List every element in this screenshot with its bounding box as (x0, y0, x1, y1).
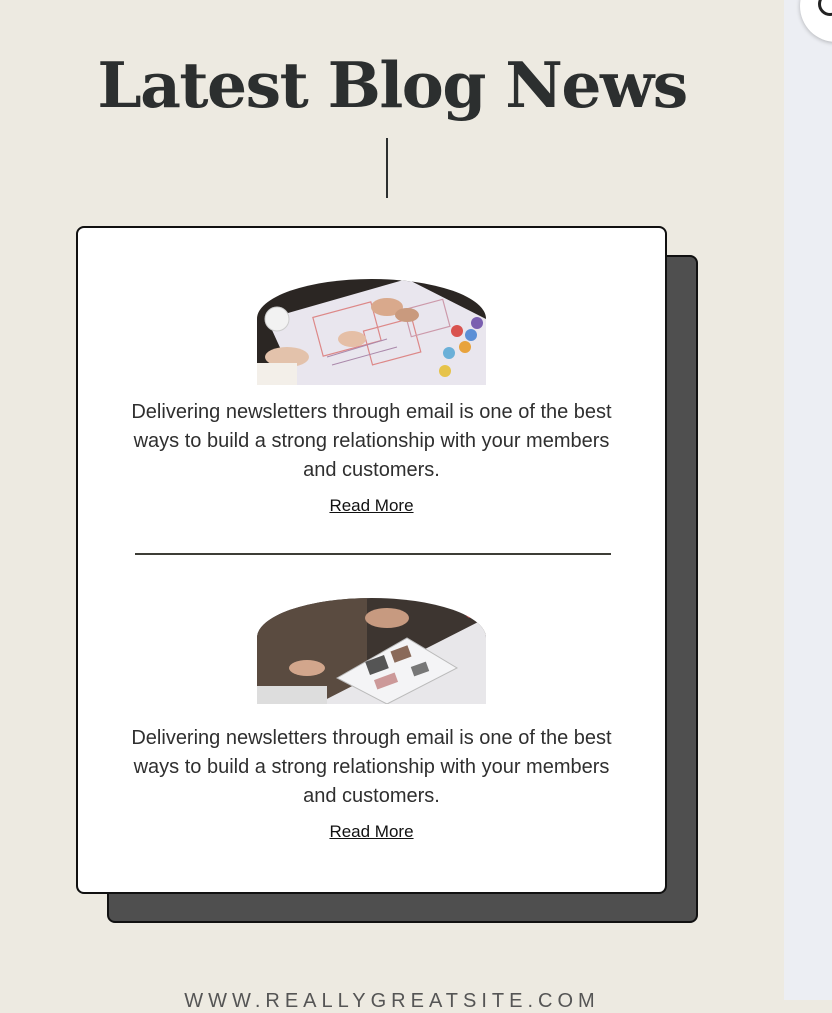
read-more-label[interactable]: Read More (329, 822, 413, 841)
post-excerpt: Delivering newsletters through email is … (131, 401, 612, 481)
side-panel (784, 0, 832, 1000)
chat-icon (818, 0, 832, 16)
title-divider (386, 138, 388, 198)
read-more-link[interactable]: Read More (78, 822, 665, 842)
page-title: Latest Blog News (97, 48, 688, 122)
blog-card: Delivering newsletters through email is … (76, 226, 667, 894)
read-more-label[interactable]: Read More (329, 496, 413, 515)
post-image-magazines[interactable] (257, 598, 486, 704)
post-excerpt: Delivering newsletters through email is … (131, 727, 612, 807)
read-more-link[interactable]: Read More (78, 496, 665, 516)
post-divider (135, 553, 611, 555)
post-image-wireframes[interactable] (257, 279, 486, 385)
footer-website-url[interactable]: WWW.REALLYGREATSITE.COM (0, 990, 784, 1013)
